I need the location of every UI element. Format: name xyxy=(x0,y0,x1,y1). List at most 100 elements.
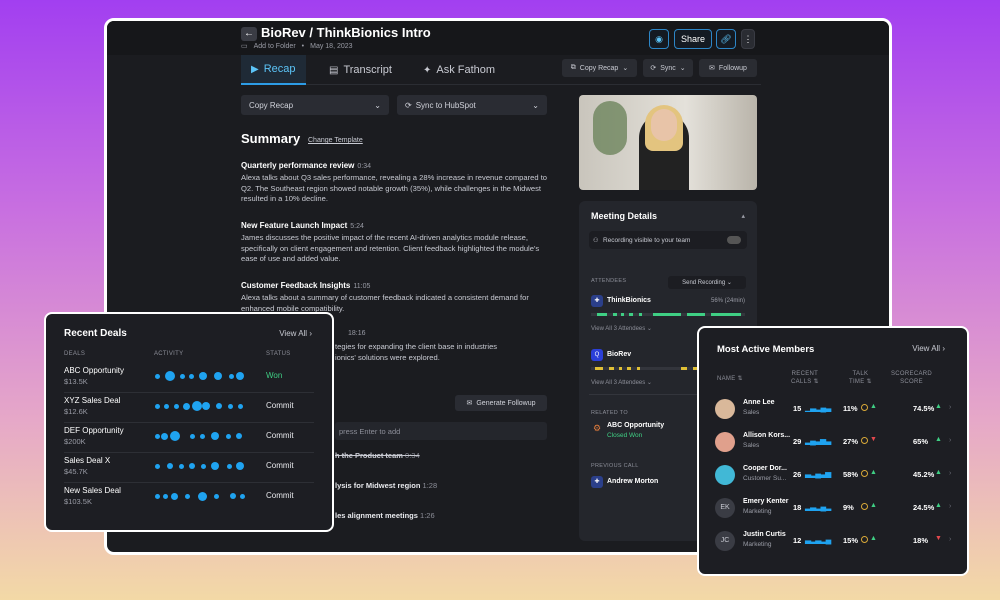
sync-small-button[interactable]: ⟳ Sync ⌄ xyxy=(643,59,693,77)
member-row[interactable]: JC Justin Curtis Marketing 12 ▃▂▃▂▄ 15% … xyxy=(713,526,958,559)
member-role: Sales xyxy=(743,409,760,416)
recording-visibility-row: ⚇ Recording visible to your team xyxy=(589,231,747,249)
deal-row[interactable]: XYZ Sales Deal $12.6K Commit xyxy=(64,393,314,423)
activity-dot xyxy=(155,494,160,499)
copy-recap-small-button[interactable]: ⧉ Copy Recap ⌄ xyxy=(562,59,637,77)
related-deal-name[interactable]: ABC Opportunity xyxy=(607,422,664,429)
activity-dot xyxy=(161,433,168,440)
member-score: 24.5% xyxy=(913,503,935,512)
activity-dot xyxy=(226,434,231,439)
talk-time-bar xyxy=(591,313,745,316)
eye-icon[interactable]: ◉ xyxy=(649,29,669,49)
previous-call-name[interactable]: Andrew Morton xyxy=(607,478,658,485)
back-arrow-icon[interactable]: ← xyxy=(241,27,257,41)
member-name: Emery Kenter xyxy=(743,498,789,505)
calls-sparkline-icon: ▃▂▃▂▄ xyxy=(805,535,831,544)
add-to-folder-link[interactable]: Add to Folder xyxy=(254,43,296,50)
mail-icon: ✉ xyxy=(466,400,473,407)
col-header-scorecard[interactable]: SCORECARD SCORE xyxy=(891,370,932,386)
share-button[interactable]: Share xyxy=(674,29,712,49)
change-template-link[interactable]: Change Template xyxy=(308,137,363,144)
biorev-logo-icon: Q xyxy=(591,349,603,361)
copy-recap-dropdown[interactable]: Copy Recap ⌄ xyxy=(241,95,389,115)
activity-dot xyxy=(236,462,244,470)
send-recording-button[interactable]: Send Recording ⌄ xyxy=(668,276,746,289)
deal-row[interactable]: DEF Opportunity $200K Commit xyxy=(64,423,314,453)
chevron-down-icon: ⌄ xyxy=(532,100,539,110)
copy-recap-label: Copy Recap xyxy=(249,100,294,110)
section-timestamp[interactable]: 0:34 xyxy=(357,163,371,170)
activity-dot xyxy=(227,464,232,469)
activity-dot xyxy=(155,434,160,439)
tab-recap[interactable]: ▶ Recap xyxy=(241,55,306,85)
view-all-deals-link[interactable]: View All › xyxy=(279,329,312,338)
activity-dot xyxy=(179,464,184,469)
section-title[interactable]: Quarterly performance review 0:34 xyxy=(241,161,551,170)
section-title[interactable]: Customer Feedback Insights 11:05 xyxy=(241,281,551,290)
followup-small-button[interactable]: ✉ Followup xyxy=(699,59,757,77)
sync-hubspot-dropdown[interactable]: ⟳ Sync to HubSpot ⌄ xyxy=(397,95,547,115)
activity-dot xyxy=(228,404,233,409)
member-row[interactable]: Cooper Dor... Customer Su... 26 ▃▂▄▃▅ 58… xyxy=(713,460,958,493)
video-thumbnail[interactable] xyxy=(579,95,757,190)
action-item[interactable]: les alignment meetings 1:26 xyxy=(335,511,435,520)
deal-value: $45.7K xyxy=(64,467,88,476)
tab-ask-fathom[interactable]: ✦ Ask Fathom xyxy=(423,55,495,85)
deal-status: Commit xyxy=(266,431,294,440)
deal-name: Sales Deal X xyxy=(64,456,111,465)
action-item[interactable]: h the Product team 0:34 xyxy=(335,451,420,460)
member-row[interactable]: Anne Lee Sales 15 ▁▃▂▄▃ 11% ▲ 74.5% ▲ › xyxy=(713,394,958,427)
view-all-attendees-link[interactable]: View All 3 Attendees ⌄ xyxy=(591,325,652,332)
team-icon: ⚇ xyxy=(593,237,599,244)
summary-section: Quarterly performance review 0:34 Alexa t… xyxy=(241,161,551,205)
up-arrow-icon: ▲ xyxy=(870,469,877,476)
col-header-talk-time[interactable]: TALK TIME ⇅ xyxy=(849,370,872,386)
attendee-company-name: BioRev xyxy=(607,351,632,358)
calls-sparkline-icon: ▂▃▂▄▂ xyxy=(805,502,831,511)
section-title[interactable]: New Feature Launch Impact 5:24 xyxy=(241,221,551,230)
collapse-icon[interactable]: ▴ xyxy=(741,212,745,220)
chevron-down-icon: ⌄ xyxy=(374,100,381,110)
col-header-name[interactable]: NAME ⇅ xyxy=(717,375,743,383)
activity-dot xyxy=(155,404,160,409)
chevron-right-icon: › xyxy=(949,404,952,411)
recording-visibility-toggle[interactable] xyxy=(727,236,741,244)
activity-dot xyxy=(199,372,207,380)
action-item-input[interactable]: press Enter to add xyxy=(335,422,547,440)
partial-text: ionics' solutions were explored. xyxy=(335,353,440,362)
member-row[interactable]: Allison Kors... Sales 29 ▂▄▃▅▃ 27% ▼ 65%… xyxy=(713,427,958,460)
mail-icon: ✉ xyxy=(709,65,715,72)
view-all-members-link[interactable]: View All › xyxy=(912,344,945,353)
member-name: Cooper Dor... xyxy=(743,465,787,472)
member-talk-time: 15% xyxy=(843,536,859,545)
more-options-icon[interactable]: ⋮ xyxy=(741,29,755,49)
video-plant xyxy=(593,101,627,155)
deal-row[interactable]: New Sales Deal $103.5K Commit xyxy=(64,483,314,513)
up-arrow-icon: ▲ xyxy=(935,502,942,509)
activity-dot xyxy=(198,492,207,501)
col-header-recent-calls[interactable]: RECENT CALLS ⇅ xyxy=(791,370,819,386)
member-calls: 18 xyxy=(793,503,802,512)
activity-dot xyxy=(236,372,244,380)
tab-transcript[interactable]: ▤ Transcript xyxy=(329,55,392,85)
action-item-text: h the Product team xyxy=(335,451,403,460)
member-role: Marketing xyxy=(743,541,772,548)
section-timestamp[interactable]: 11:05 xyxy=(353,283,370,290)
deal-row[interactable]: Sales Deal X $45.7K Commit xyxy=(64,453,314,483)
deal-row[interactable]: ABC Opportunity $13.5K Won xyxy=(64,363,314,393)
folder-icon: ▭ xyxy=(241,43,248,50)
section-timestamp[interactable]: 18:16 xyxy=(348,330,366,337)
sort-icon: ⇅ xyxy=(813,379,819,385)
view-all-attendees-link[interactable]: View All 3 Attendees ⌄ xyxy=(591,379,652,386)
link-icon[interactable]: 🔗︎ xyxy=(716,29,736,49)
avatar xyxy=(715,399,735,419)
activity-dot xyxy=(211,462,219,470)
member-row[interactable]: EK Emery Kenter Marketing 18 ▂▃▂▄▂ 9% ▲ … xyxy=(713,493,958,526)
activity-dot xyxy=(192,401,202,411)
action-item[interactable]: lysis for Midwest region 1:28 xyxy=(335,481,437,490)
activity-dot xyxy=(236,433,242,439)
section-timestamp[interactable]: 5:24 xyxy=(350,223,364,230)
generate-followup-button[interactable]: ✉ Generate Followup xyxy=(455,395,547,411)
col-header-deals: DEALS xyxy=(64,351,86,357)
member-name: Anne Lee xyxy=(743,399,775,406)
